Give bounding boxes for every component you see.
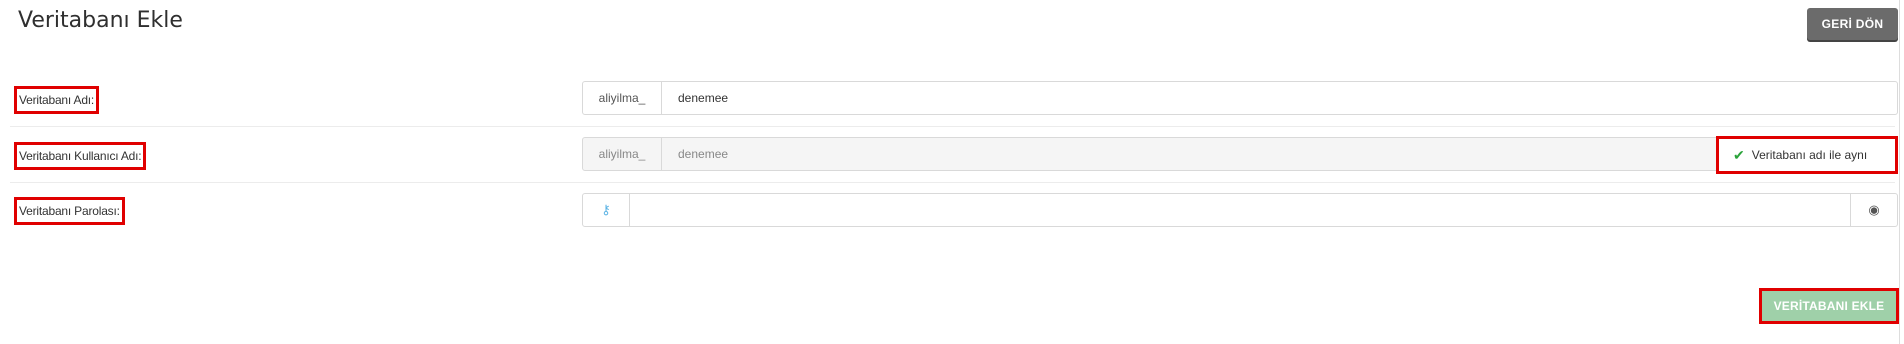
- db-name-label: Veritabanı Adı:: [14, 86, 100, 114]
- row-divider: [10, 182, 1895, 183]
- db-user-group: aliyilma_ denemee: [582, 137, 1898, 171]
- db-name-prefix: aliyilma_: [583, 82, 662, 114]
- db-user-label: Veritabanı Kullanıcı Adı:: [14, 142, 147, 170]
- page-title: Veritabanı Ekle: [18, 8, 183, 33]
- add-database-button[interactable]: VERİTABANI EKLE: [1759, 288, 1899, 324]
- db-name-group: aliyilma_ denemee: [582, 81, 1898, 115]
- back-button[interactable]: GERİ DÖN: [1807, 8, 1898, 40]
- db-password-label: Veritabanı Parolası:: [14, 197, 125, 225]
- eye-icon: ◉: [1868, 202, 1880, 217]
- db-user-prefix: aliyilma_: [583, 138, 662, 170]
- db-name-input[interactable]: denemee: [662, 82, 1897, 114]
- generate-password-button[interactable]: ⚷: [583, 194, 630, 226]
- row-divider: [10, 126, 1895, 127]
- toggle-password-visibility-button[interactable]: ◉: [1850, 194, 1897, 226]
- same-as-name-label: Veritabanı adı ile aynı: [1751, 148, 1868, 162]
- db-password-group: ⚷ ◉: [582, 193, 1898, 227]
- same-as-name-checkbox[interactable]: ✔ Veritabanı adı ile aynı: [1716, 136, 1898, 174]
- scrollbar-edge: [1899, 0, 1900, 344]
- db-password-input[interactable]: [630, 194, 1850, 226]
- check-icon: ✔: [1733, 146, 1745, 163]
- db-user-input[interactable]: denemee: [662, 138, 1897, 170]
- key-icon: ⚷: [601, 202, 611, 217]
